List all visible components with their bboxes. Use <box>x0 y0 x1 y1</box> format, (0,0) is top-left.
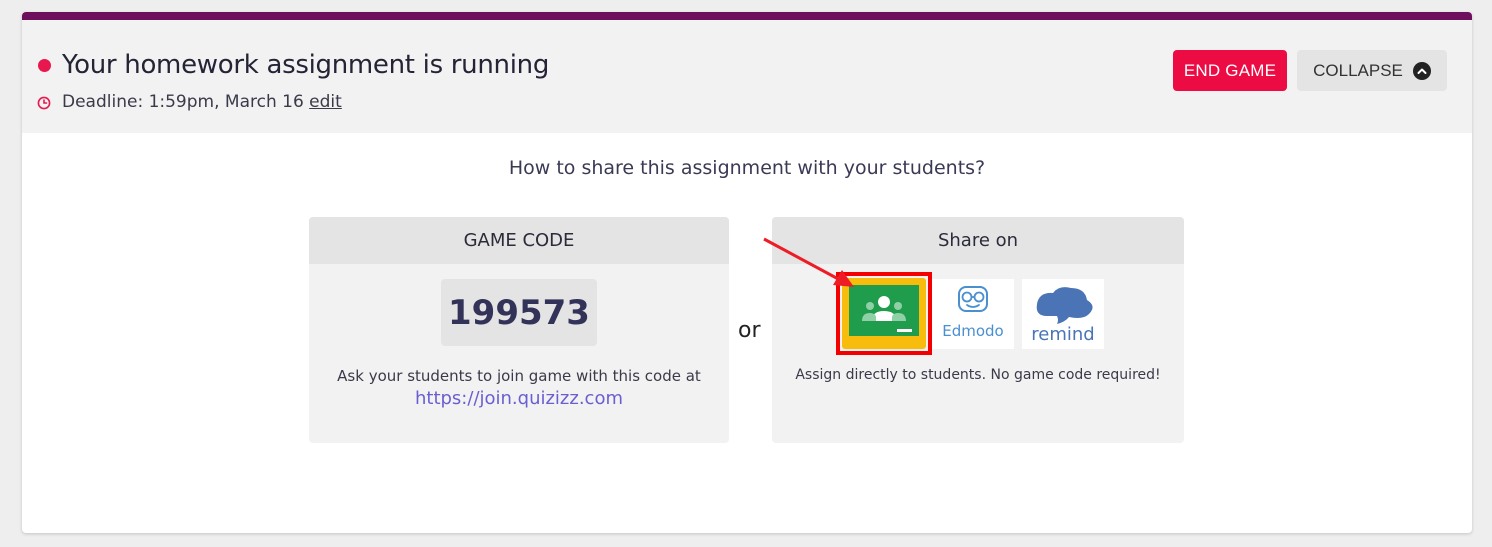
game-code-value: 199573 <box>441 279 597 346</box>
or-separator: or <box>738 318 761 343</box>
assignment-header: Your homework assignment is running Dead… <box>22 20 1472 133</box>
collapse-label: COLLAPSE <box>1313 60 1403 80</box>
chevron-up-icon <box>1412 61 1431 80</box>
deadline-row: Deadline: 1:59pm, March 16 edit <box>62 92 342 112</box>
clock-icon <box>37 96 51 110</box>
assign-note: Assign directly to students. No game cod… <box>795 367 1161 383</box>
live-status-dot <box>38 59 51 72</box>
edmodo-button[interactable]: Edmodo <box>932 279 1014 349</box>
svg-text:remind: remind <box>1031 324 1094 345</box>
svg-text:Edmodo: Edmodo <box>942 322 1004 340</box>
google-classroom-icon <box>849 285 919 336</box>
remind-button[interactable]: remind <box>1022 279 1104 349</box>
pointer-arrow-icon <box>763 237 854 287</box>
remind-icon: remind <box>1031 287 1095 345</box>
assignment-card: Your homework assignment is running Dead… <box>22 12 1472 533</box>
game-code-heading: GAME CODE <box>309 217 729 264</box>
game-code-panel: GAME CODE 199573 Ask your students to jo… <box>309 217 729 443</box>
edmodo-icon: Edmodo <box>942 286 1004 340</box>
join-link[interactable]: https://join.quizizz.com <box>309 388 729 409</box>
collapse-button[interactable]: COLLAPSE <box>1297 50 1447 91</box>
end-game-button[interactable]: END GAME <box>1173 50 1287 91</box>
share-question: How to share this assignment with your s… <box>508 157 986 179</box>
page-title: Your homework assignment is running <box>62 50 550 80</box>
accent-bar <box>22 12 1472 20</box>
edit-deadline-link[interactable]: edit <box>309 92 342 112</box>
deadline-text: Deadline: 1:59pm, March 16 <box>62 92 304 112</box>
join-instruction: Ask your students to join game with this… <box>337 367 701 385</box>
